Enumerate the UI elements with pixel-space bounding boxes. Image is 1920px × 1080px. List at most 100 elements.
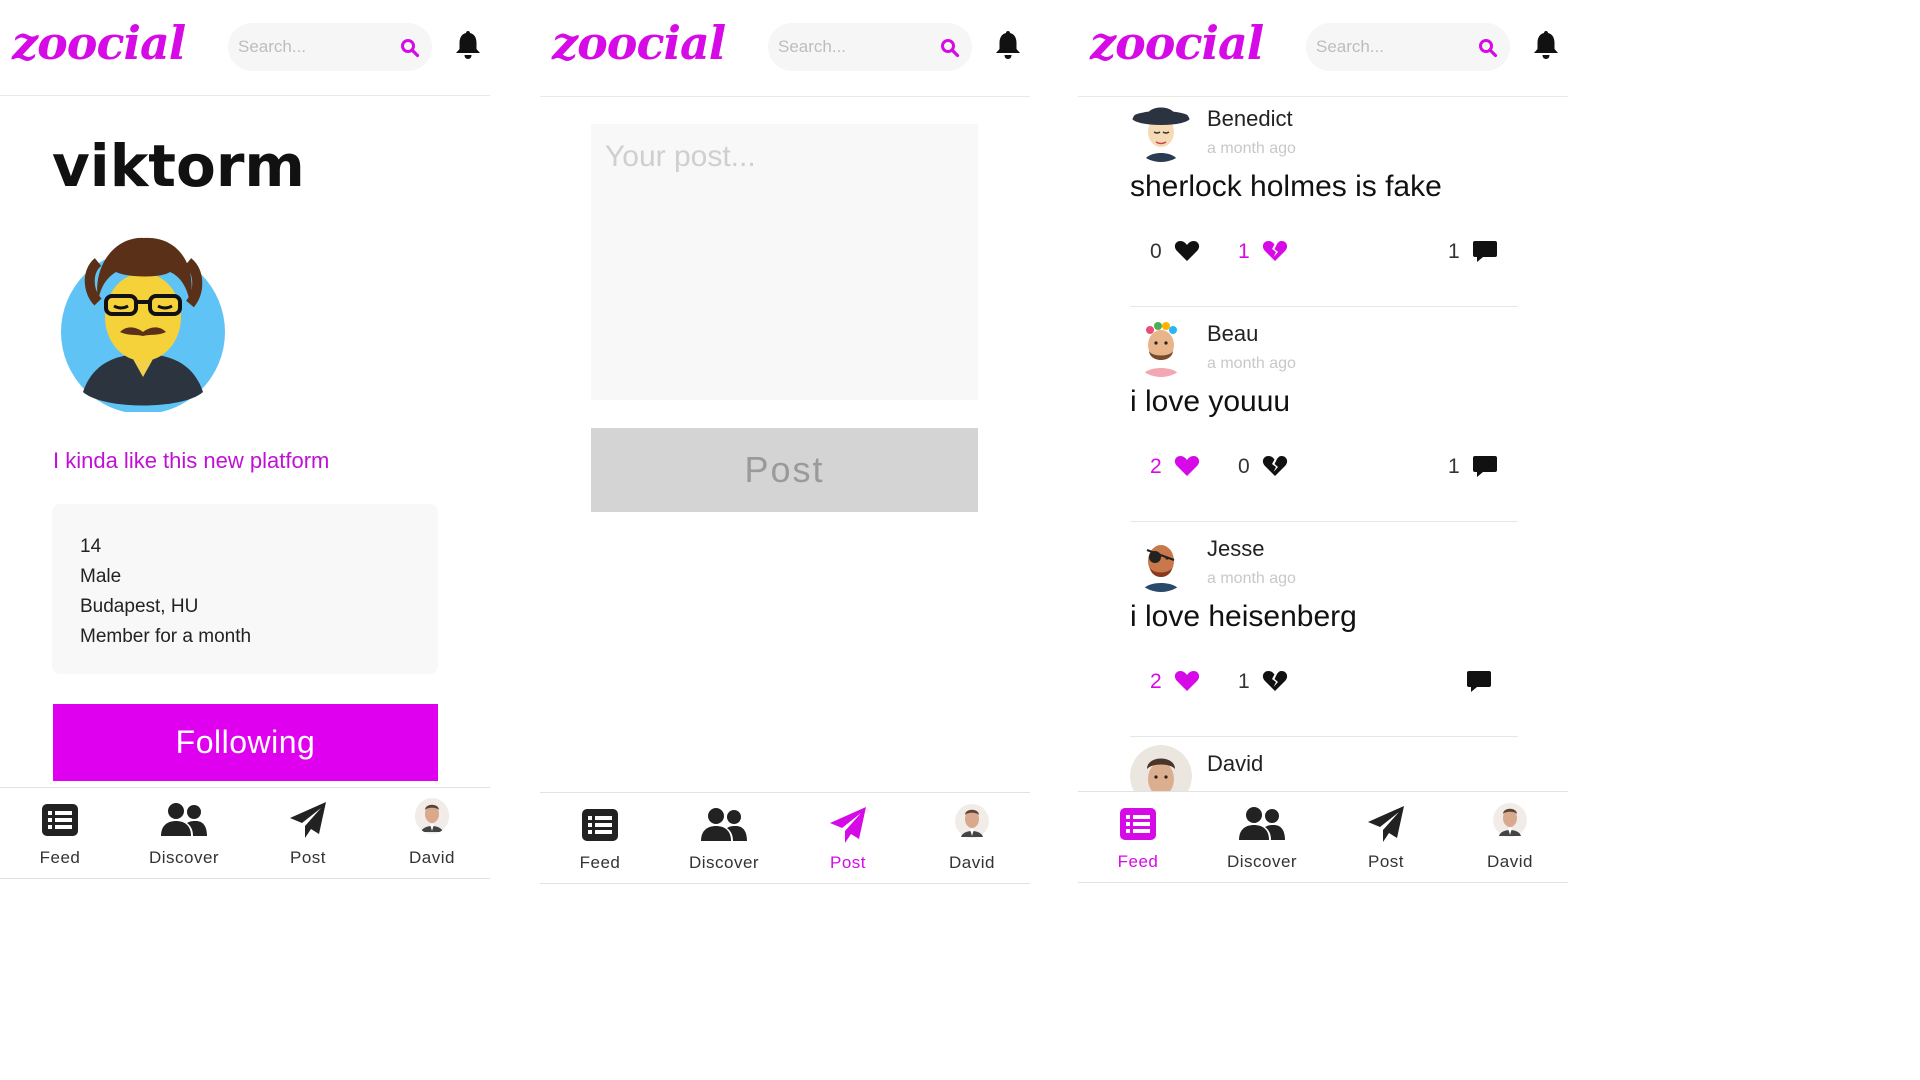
post-avatar[interactable]: [1130, 315, 1192, 377]
bell-icon[interactable]: [994, 29, 1022, 61]
zoocial-logo[interactable]: zoocial: [552, 16, 726, 70]
nav-post-label: Post: [829, 853, 867, 872]
app-header: zoocial: [0, 0, 490, 96]
search-bar[interactable]: [768, 23, 972, 71]
post-author[interactable]: Benedict: [1207, 106, 1293, 132]
post-text: i love heisenberg: [1130, 600, 1357, 633]
nav-feed[interactable]: Feed: [540, 793, 660, 885]
post-submit-button[interactable]: Post: [591, 428, 978, 512]
comment-button[interactable]: 1: [1448, 453, 1508, 481]
feed-icon: [1120, 808, 1156, 840]
post-avatar[interactable]: [1130, 530, 1192, 592]
post-avatar[interactable]: [1130, 100, 1192, 162]
profile-age: 14: [80, 536, 102, 557]
post-timestamp: a month ago: [1207, 355, 1296, 372]
heart-icon: [1174, 671, 1200, 691]
post-icon: [290, 802, 326, 838]
zoocial-logo[interactable]: zoocial: [12, 16, 186, 70]
post-timestamp: a month ago: [1207, 140, 1296, 157]
post-icon: [830, 807, 866, 843]
profile-info-card: 14 Male Budapest, HU Member for a month: [52, 504, 438, 674]
post-author[interactable]: Jesse: [1207, 536, 1264, 562]
comment-icon: [1473, 456, 1497, 477]
search-icon[interactable]: [1478, 38, 1498, 58]
nav-feed-label: Feed: [579, 853, 621, 872]
search-input[interactable]: [238, 36, 388, 58]
nav-post[interactable]: Post: [788, 793, 908, 885]
post-author[interactable]: David: [1207, 751, 1263, 777]
comment-count: 1: [1448, 455, 1460, 478]
comment-icon: [1473, 241, 1497, 262]
feed-icon: [582, 809, 618, 841]
compose-screen: zoocial Post Feed Discover Post David: [540, 0, 1030, 886]
search-icon[interactable]: [400, 38, 420, 58]
like-button[interactable]: 2: [1150, 668, 1210, 696]
bottom-nav: Feed Discover Post David: [540, 792, 1030, 884]
nav-discover[interactable]: Discover: [1202, 792, 1322, 884]
post-icon: [1368, 806, 1404, 842]
heart-icon: [1174, 456, 1200, 476]
dislike-button[interactable]: 1: [1238, 238, 1298, 266]
nav-feed-label: Feed: [39, 848, 81, 867]
nav-feed-label: Feed: [1117, 852, 1159, 871]
nav-post[interactable]: Post: [1326, 792, 1446, 884]
comment-button[interactable]: 1: [1448, 238, 1508, 266]
nav-discover[interactable]: Discover: [124, 788, 244, 880]
dislike-count: 1: [1238, 240, 1250, 263]
profile-location: Budapest, HU: [80, 596, 199, 617]
nav-post-label: Post: [289, 848, 327, 867]
dislike-button[interactable]: 0: [1238, 453, 1298, 481]
dislike-button[interactable]: 1: [1238, 668, 1298, 696]
search-bar[interactable]: [1306, 23, 1510, 71]
broken-heart-icon: [1262, 456, 1288, 476]
nav-feed[interactable]: Feed: [1078, 792, 1198, 884]
broken-heart-icon: [1262, 241, 1288, 261]
comment-icon: [1467, 671, 1491, 692]
profile-bio: I kinda like this new platform: [53, 448, 330, 473]
feed-post: Jesse a month ago i love heisenberg 2 1: [1130, 522, 1518, 737]
comment-count: 1: [1448, 240, 1460, 263]
bell-icon[interactable]: [1532, 29, 1560, 61]
nav-post[interactable]: Post: [248, 788, 368, 880]
post-text: sherlock holmes is fake: [1130, 170, 1442, 203]
like-count: 2: [1150, 455, 1162, 478]
like-count: 0: [1150, 240, 1162, 263]
nav-discover[interactable]: Discover: [664, 793, 784, 885]
nav-profile[interactable]: David: [1450, 792, 1568, 884]
like-button[interactable]: 2: [1150, 453, 1210, 481]
following-button[interactable]: Following: [53, 704, 438, 781]
user-avatar: [955, 804, 989, 838]
post-author[interactable]: Beau: [1207, 321, 1258, 347]
nav-profile[interactable]: David: [372, 788, 490, 880]
feed-post: Benedict a month ago sherlock holmes is …: [1130, 92, 1518, 307]
post-textarea[interactable]: [591, 124, 978, 400]
nav-feed[interactable]: Feed: [0, 788, 120, 880]
search-input[interactable]: [1316, 36, 1466, 58]
feed-icon: [42, 804, 78, 836]
discover-icon: [161, 803, 207, 836]
nav-profile[interactable]: David: [912, 793, 1030, 885]
dislike-count: 1: [1238, 670, 1250, 693]
app-header: zoocial: [540, 0, 1030, 97]
nav-post-label: Post: [1367, 852, 1405, 871]
nav-profile-label: David: [949, 853, 995, 872]
nav-discover-label: Discover: [688, 853, 760, 872]
like-button[interactable]: 0: [1150, 238, 1210, 266]
profile-username: viktorm: [52, 132, 305, 200]
profile-screen: zoocial viktorm I kinda like this new pl…: [0, 0, 490, 886]
nav-discover-label: Discover: [148, 848, 220, 867]
search-icon[interactable]: [940, 38, 960, 58]
broken-heart-icon: [1262, 671, 1288, 691]
zoocial-logo[interactable]: zoocial: [1090, 16, 1264, 70]
bottom-nav: Feed Discover Post David: [1078, 791, 1568, 883]
profile-avatar: [61, 237, 225, 412]
comment-button[interactable]: [1448, 668, 1508, 696]
heart-icon: [1174, 241, 1200, 261]
profile-gender: Male: [80, 566, 122, 587]
discover-icon: [1239, 807, 1285, 840]
profile-membership: Member for a month: [80, 626, 252, 647]
search-input[interactable]: [778, 36, 928, 58]
bell-icon[interactable]: [454, 29, 482, 61]
post-text: i love youuu: [1130, 385, 1291, 418]
search-bar[interactable]: [228, 23, 432, 71]
